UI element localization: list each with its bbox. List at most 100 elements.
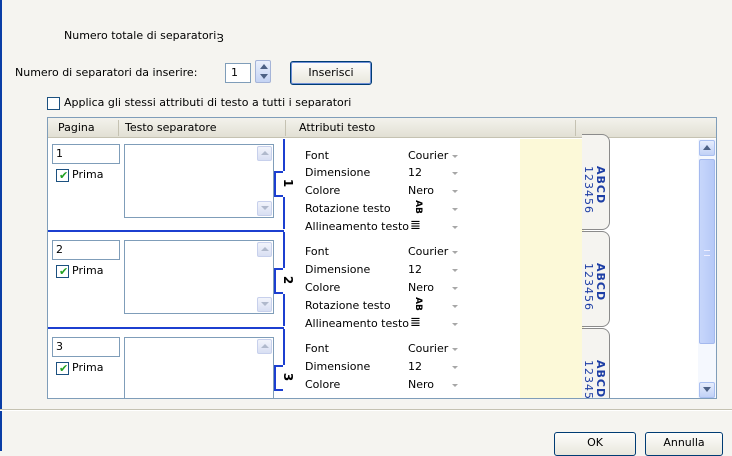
row-2-alignment-label: Allineamento testo: [305, 317, 410, 330]
insert-button[interactable]: Inserisci: [290, 61, 372, 85]
dropdown-arrow-icon[interactable]: [452, 226, 458, 229]
preview-tab-1-line2: 123456: [582, 166, 595, 214]
scroll-up-icon[interactable]: [257, 146, 272, 161]
align-justify-icon[interactable]: ≣: [410, 315, 421, 330]
preview-tab-1-text: ABCD 123456: [582, 166, 607, 214]
grid-header: Pagina Testo separatore Attributi testo: [48, 118, 716, 138]
row-1-color-label: Colore: [305, 184, 341, 197]
dropdown-arrow-icon[interactable]: [452, 251, 458, 254]
row-2-rotation-label: Rotazione testo: [305, 299, 391, 312]
checkmark-icon: ✔: [59, 169, 69, 182]
scroll-up-icon[interactable]: [257, 339, 272, 354]
insert-count-spinner[interactable]: [255, 60, 271, 83]
row-separator: [48, 230, 284, 232]
row-2-color-label: Colore: [305, 281, 341, 294]
separator-preview: [520, 139, 584, 398]
dropdown-arrow-icon[interactable]: [452, 269, 458, 272]
column-header-text-attributes[interactable]: Attributi testo: [299, 121, 375, 134]
dropdown-arrow-icon[interactable]: [452, 190, 458, 193]
dropdown-arrow-icon[interactable]: [452, 287, 458, 290]
row-3-color-label: Colore: [305, 378, 341, 391]
insert-count-input[interactable]: 1: [225, 63, 251, 83]
row-2-first-checkbox[interactable]: ✔: [56, 265, 69, 278]
row-3-size-label: Dimensione: [305, 360, 371, 373]
row-1-font-value[interactable]: Courier: [408, 149, 448, 162]
row-3-first-checkbox[interactable]: ✔: [56, 362, 69, 375]
row-1-page-input[interactable]: 1: [52, 144, 120, 164]
row-3-separator-text[interactable]: [124, 337, 274, 398]
row-1-rotation-label: Rotazione testo: [305, 202, 391, 215]
row-1-tab-number: 1: [281, 178, 296, 188]
row-3-size-value[interactable]: 12: [408, 360, 422, 373]
row-2-font-label: Font: [305, 245, 329, 258]
row-2-font-value[interactable]: Courier: [408, 245, 448, 258]
dropdown-arrow-icon[interactable]: [452, 366, 458, 369]
dropdown-arrow-icon[interactable]: [452, 305, 458, 308]
scroll-up-icon[interactable]: [699, 140, 715, 156]
row-2-color-value[interactable]: Nero: [408, 281, 434, 294]
row-3-font-label: Font: [305, 342, 329, 355]
scroll-down-icon[interactable]: [257, 201, 272, 216]
preview-tab-1-line1: ABCD: [594, 166, 607, 205]
preview-tab-3-line1: ABCD: [594, 360, 607, 399]
row-1-bracket-line: [283, 197, 285, 229]
apply-same-attributes-checkbox[interactable]: [47, 97, 60, 110]
row-2-bracket-line: [283, 294, 285, 326]
row-2-rotation-value[interactable]: AB: [413, 297, 423, 311]
scroll-down-icon[interactable]: [257, 297, 272, 312]
row-3-page-input[interactable]: 3: [52, 337, 120, 357]
row-1-size-value[interactable]: 12: [408, 166, 422, 179]
row-1-first-checkbox[interactable]: ✔: [56, 169, 69, 182]
footer-divider-highlight: [0, 410, 732, 411]
column-header-page[interactable]: Pagina: [58, 121, 95, 134]
grid-vertical-scrollbar[interactable]: [698, 139, 716, 398]
scrollbar-thumb[interactable]: [699, 159, 715, 344]
insert-count-label: Numero di separatori da inserire:: [15, 66, 198, 79]
dropdown-arrow-icon[interactable]: [452, 155, 458, 158]
dropdown-arrow-icon[interactable]: [452, 323, 458, 326]
checkmark-icon: ✔: [59, 265, 69, 278]
row-2-bracket-line: [283, 232, 285, 268]
row-2-page-input[interactable]: 2: [52, 240, 120, 260]
align-justify-icon[interactable]: ≣: [410, 218, 421, 233]
preview-tab-3-text: ABCD 12345: [582, 360, 607, 399]
column-divider[interactable]: [575, 120, 576, 136]
scroll-up-icon[interactable]: [257, 242, 272, 257]
column-divider[interactable]: [118, 120, 119, 136]
dropdown-arrow-icon[interactable]: [452, 172, 458, 175]
row-1-first-label: Prima: [72, 168, 104, 181]
row-2-size-value[interactable]: 12: [408, 263, 422, 276]
row-3-color-value[interactable]: Nero: [408, 378, 434, 391]
row-2-separator-text[interactable]: [124, 240, 274, 314]
row-1-rotation-value[interactable]: AB: [413, 200, 423, 214]
grip-icon: [704, 250, 710, 256]
window-left-edge: [0, 0, 2, 451]
row-1-bracket-line: [283, 139, 285, 171]
dropdown-arrow-icon[interactable]: [452, 348, 458, 351]
total-separators-value: 3: [217, 32, 224, 45]
spin-down-icon[interactable]: [260, 74, 268, 79]
row-3-tab-number: 3: [281, 372, 296, 382]
row-2-size-label: Dimensione: [305, 263, 371, 276]
dropdown-arrow-icon[interactable]: [452, 208, 458, 211]
row-1-alignment-label: Allineamento testo: [305, 220, 410, 233]
row-1-font-label: Font: [305, 149, 329, 162]
row-1-separator-text[interactable]: [124, 144, 274, 218]
row-1-color-value[interactable]: Nero: [408, 184, 434, 197]
column-divider[interactable]: [285, 120, 286, 136]
checkmark-icon: ✔: [59, 362, 69, 375]
row-3-bracket-line: [283, 329, 285, 365]
total-separators-label: Numero totale di separatori:: [64, 29, 220, 42]
cancel-button[interactable]: Annulla: [645, 432, 723, 456]
row-1-size-label: Dimensione: [305, 166, 371, 179]
ok-button[interactable]: OK: [554, 432, 636, 456]
dropdown-arrow-icon[interactable]: [452, 384, 458, 387]
spin-up-icon[interactable]: [260, 64, 268, 69]
column-header-separator-text[interactable]: Testo separatore: [125, 121, 216, 134]
preview-tab-3-line2: 12345: [582, 360, 595, 399]
row-separator: [48, 327, 284, 329]
row-3-first-label: Prima: [72, 361, 104, 374]
preview-tab-2-line1: ABCD: [594, 263, 607, 302]
row-3-font-value[interactable]: Courier: [408, 342, 448, 355]
scroll-down-icon[interactable]: [699, 382, 715, 398]
